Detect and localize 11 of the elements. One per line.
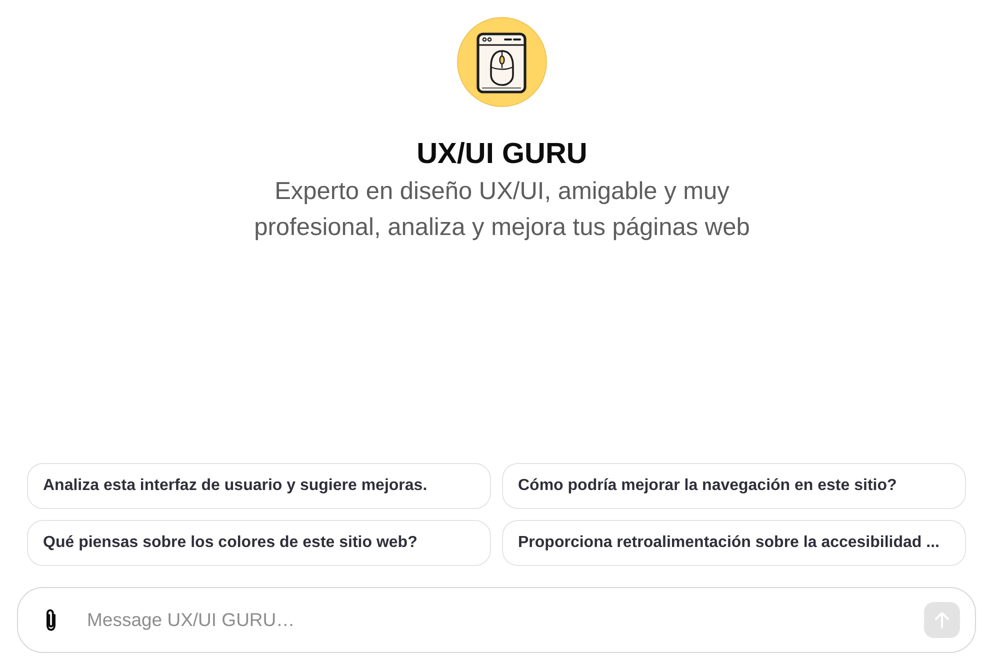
assistant-description: Experto en diseño UX/UI, amigable y muy profesional, analiza y mejora tus páginas web	[253, 177, 751, 243]
message-input[interactable]: Message UX/UI GURU…	[87, 600, 914, 640]
window-mouse-icon	[457, 17, 547, 107]
arrow-up-icon	[934, 611, 950, 629]
suggestion-button[interactable]: Analiza esta interfaz de usuario y sugiere mejoras.	[27, 463, 491, 509]
assistant-name: UX/UI GURU	[416, 137, 588, 171]
suggestion-button[interactable]: Proporciona retroalimentación sobre la accesibilidad ...	[502, 520, 966, 566]
suggestion-button[interactable]: Cómo podría mejorar la navegación en este sitio?	[502, 463, 966, 509]
message-composer[interactable]: Message UX/UI GURU…	[17, 587, 976, 653]
paperclip-icon	[44, 608, 58, 632]
suggestion-button[interactable]: Qué piensas sobre los colores de este sitio web?	[27, 520, 491, 566]
